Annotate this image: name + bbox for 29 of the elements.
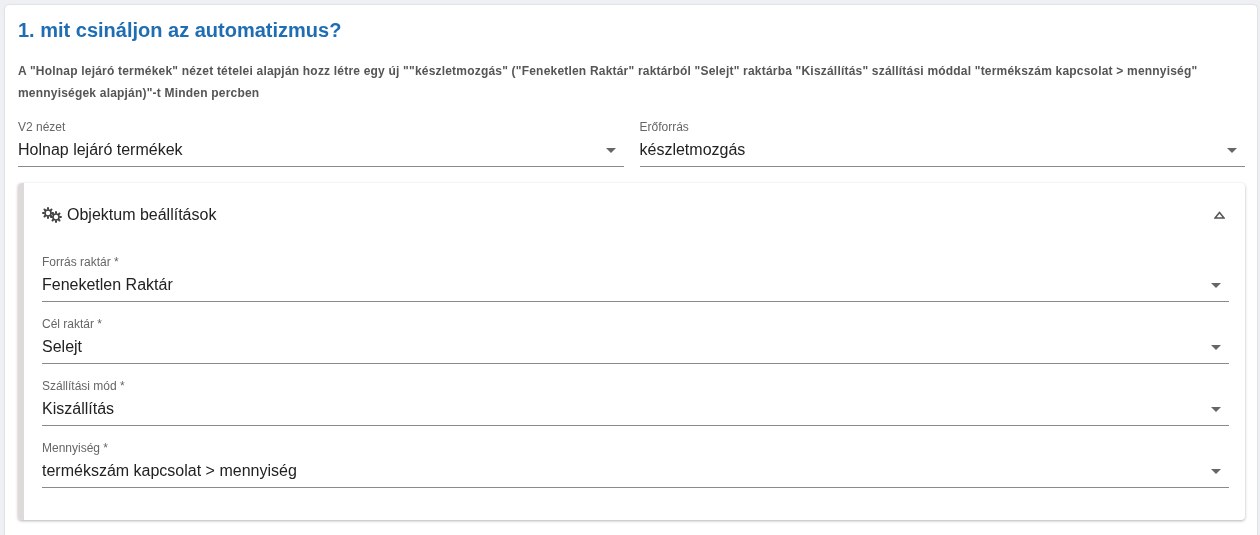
- dropdown-arrow-icon: [1227, 147, 1237, 153]
- select-field[interactable]: V2 nézet Holnap lejáró termékek: [18, 120, 624, 167]
- field-value: készletmozgás: [639, 141, 746, 159]
- field-value: termékszám kapcsolat > mennyiség: [42, 462, 297, 480]
- select-field[interactable]: Szállítási mód * Kiszállítás: [42, 379, 1229, 426]
- field-label: Erőforrás: [639, 120, 689, 134]
- dropdown-arrow-icon: [1211, 282, 1221, 288]
- dropdown-arrow-icon: [1211, 344, 1221, 350]
- dropdown-arrow-icon: [1211, 468, 1221, 474]
- description-text: A "Holnap lejáró termékek" nézet tételei alapján hozz létre egy új ""készletmozgás" ("Feneketlen Raktár" raktárból "Selejt" raktárba "Kiszállítás" szállítási móddal "termékszám kapcsolat > mennyiség" mennyiségek alapján)"-t Minden percben: [18, 63, 1199, 102]
- dropdown-arrow-icon: [1211, 406, 1221, 412]
- field-label: V2 nézet: [18, 120, 66, 134]
- field-label: Szállítási mód *: [42, 379, 125, 393]
- select-field[interactable]: Forrás raktár * Feneketlen Raktár: [42, 255, 1229, 302]
- field-value: Feneketlen Raktár: [42, 276, 173, 294]
- field-value: Kiszállítás: [42, 400, 115, 418]
- gears-icon: [42, 207, 63, 223]
- field-label: Mennyiség *: [42, 441, 109, 455]
- select-field[interactable]: Erőforrás készletmozgás: [639, 120, 1245, 167]
- field-label: Forrás raktár *: [42, 255, 119, 269]
- section-title: 1. mit csináljon az automatizmus?: [18, 19, 343, 42]
- chevron-icon: [1214, 211, 1225, 219]
- select-field[interactable]: Mennyiség * termékszám kapcsolat > mennyiség: [42, 441, 1229, 488]
- panel-header[interactable]: Objektum beállítások: [42, 183, 1229, 247]
- select-field[interactable]: Cél raktár * Selejt: [42, 317, 1229, 364]
- field-value: Selejt: [42, 338, 83, 356]
- dropdown-arrow-icon: [605, 147, 616, 153]
- field-value: Holnap lejáró termékek: [18, 141, 183, 159]
- field-label: Cél raktár *: [42, 317, 103, 331]
